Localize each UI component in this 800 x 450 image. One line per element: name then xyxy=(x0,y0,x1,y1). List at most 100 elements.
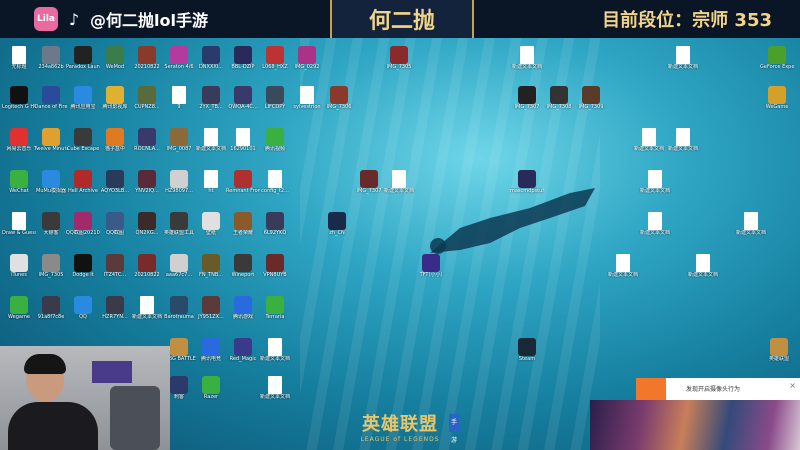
desktop-icon[interactable]: 腾讯视频 xyxy=(258,128,292,152)
desktop-icon[interactable]: AQYO3LB... xyxy=(98,170,132,194)
desktop-icon[interactable]: 英雄联盟 xyxy=(762,338,796,362)
desktop-icon[interactable]: sylvestrion xyxy=(290,86,324,110)
desktop-icon-label: IMG_7305 xyxy=(386,64,412,70)
desktop-icon[interactable]: Wineport xyxy=(226,254,260,278)
desktop-icon[interactable]: 新建文本文档 xyxy=(638,170,672,194)
desktop-icon[interactable]: Draw & Guess xyxy=(2,212,36,236)
desktop-icon[interactable]: aaa67c7... xyxy=(162,254,196,278)
desktop-icon[interactable]: IMG_7305 xyxy=(34,254,68,278)
desktop-icon[interactable]: 新建文本文档 xyxy=(638,212,672,236)
desktop-icon[interactable]: 234a862b xyxy=(34,46,68,70)
desktop-icon[interactable]: Dodge It xyxy=(66,254,100,278)
desktop-icon[interactable]: L068_HXZ xyxy=(258,46,292,70)
desktop-icon[interactable]: Logitech G HUB xyxy=(2,86,36,110)
desktop-icon[interactable]: Paradox Launcher v2 xyxy=(66,46,100,70)
desktop-icon[interactable]: 新建文本文档 xyxy=(686,254,720,278)
desktop-icon[interactable]: IMG_7305 xyxy=(382,46,416,70)
desktop-icon[interactable]: BBL-DZIP xyxy=(226,46,260,70)
desktop-icon[interactable]: Steam xyxy=(510,338,544,362)
desktop-icon[interactable]: zh_CN xyxy=(320,212,354,236)
desktop-icon[interactable]: 91a8f7c8e xyxy=(34,296,68,320)
desktop-icon[interactable]: 壁纸 xyxy=(194,212,228,236)
desktop-icon[interactable]: Terraria xyxy=(258,296,292,320)
camera-notification[interactable]: 发现开启摄像头行为 × xyxy=(636,378,800,400)
desktop-icon[interactable]: 2YX_TB... xyxy=(194,86,228,110)
desktop-icon[interactable]: IMG_0087 xyxy=(162,128,196,152)
desktop-icon[interactable]: IMG_7308 xyxy=(542,86,576,110)
desktop-icon[interactable]: IMG_7307 xyxy=(352,170,386,194)
desktop-icon[interactable]: QN2XG... xyxy=(130,212,164,236)
desktop-icon-label: 新建文本文档 xyxy=(383,188,414,194)
close-icon[interactable]: × xyxy=(789,381,796,390)
desktop-icon[interactable]: mascmdpstuf xyxy=(510,170,544,194)
desktop-icon[interactable]: 腾讯影视库 xyxy=(98,86,132,110)
desktop-icon[interactable]: 新建文本文档 xyxy=(606,254,640,278)
desktop-icon[interactable]: HZ98097... xyxy=(162,170,196,194)
desktop-icon[interactable]: 新建文本文档 xyxy=(382,170,416,194)
desktop-icon[interactable]: IMG_7307 xyxy=(510,86,544,110)
desktop-icon[interactable]: 新建文本文档 xyxy=(194,128,228,152)
desktop-icon[interactable]: 无标题 xyxy=(2,46,36,70)
desktop-icon[interactable]: 6L92YKQ xyxy=(258,212,292,236)
desktop-icon[interactable]: Red_Magic xyxy=(226,338,260,362)
desktop-icon[interactable]: Remnant From... xyxy=(226,170,260,194)
desktop-icon[interactable]: config_t2... xyxy=(258,170,292,194)
desktop-icon[interactable]: 猫子盒中 xyxy=(98,128,132,152)
desktop-icon[interactable]: VPN8UYB xyxy=(258,254,292,278)
desktop-icon[interactable]: Dance of Fire xyxy=(34,86,68,110)
desktop-icon[interactable]: JY951ZX... xyxy=(194,296,228,320)
desktop-icon-label: IMG_7307 xyxy=(514,104,540,110)
desktop-icon[interactable]: ROCNLA... xyxy=(130,128,164,152)
desktop-icon[interactable]: Razer xyxy=(194,376,228,400)
desktop-icon[interactable]: YNV2IQ... xyxy=(130,170,164,194)
desktop-icon[interactable]: QQ截图20210826 xyxy=(66,212,100,236)
desktop-icon[interactable]: IMG_7306 xyxy=(322,86,356,110)
desktop-icon[interactable]: 新建文本文档 xyxy=(632,128,666,152)
desktop-icon[interactable]: Cube Escape xyxy=(66,128,100,152)
desktop-icon[interactable]: LIFCDPY xyxy=(258,86,292,110)
desktop-icon[interactable]: QWQA-4C... xyxy=(226,86,260,110)
desktop-icon[interactable]: 新建文本文档 xyxy=(258,376,292,400)
desktop-icon[interactable]: 新建文本文档 xyxy=(666,46,700,70)
desktop-icon[interactable]: 新建文本文档 xyxy=(734,212,768,236)
desktop-icon[interactable]: WeChat xyxy=(2,170,36,194)
desktop-icon[interactable]: 英雄联盟工具 xyxy=(162,212,196,236)
desktop-icon[interactable]: QQ截图 xyxy=(98,212,132,236)
desktop-icon[interactable]: WeMod xyxy=(98,46,132,70)
desktop-icon[interactable]: IMG_7309 xyxy=(574,86,608,110)
desktop-icon[interactable]: 16290101 xyxy=(226,128,260,152)
desktop-icon[interactable]: Seraton 4/6 xyxy=(162,46,196,70)
desktop-icon[interactable]: WeGame xyxy=(760,86,794,110)
desktop-icon[interactable]: 9 xyxy=(162,86,196,110)
desktop-icon[interactable]: DNXXXI... xyxy=(194,46,228,70)
desktop-icon[interactable]: 新建文本文档 xyxy=(666,128,700,152)
desktop-icon[interactable]: Barotrauma xyxy=(162,296,196,320)
desktop-icon[interactable]: 20210822 xyxy=(130,254,164,278)
desktop-icon[interactable]: 网易云音乐 xyxy=(2,128,36,152)
desktop-icon[interactable]: MuMu模拟器 xyxy=(34,170,68,194)
desktop-icon[interactable]: GeForce Experience xyxy=(760,46,794,70)
desktop-icon[interactable]: 腾讯游戏 xyxy=(226,296,260,320)
desktop-icon[interactable]: 腾讯应用宝 xyxy=(66,86,100,110)
desktop-icon[interactable]: TFT(小小) xyxy=(414,254,448,278)
desktop-icon[interactable]: ITZ4TC... xyxy=(98,254,132,278)
desktop-icon[interactable]: 20210822 xyxy=(130,46,164,70)
desktop-icon[interactable]: 腾讯电竞 xyxy=(194,338,228,362)
desktop-icon[interactable]: iTunes xyxy=(2,254,36,278)
desktop-icon[interactable]: HZR7YN... xyxy=(98,296,132,320)
desktop-icon[interactable]: 新建文本文档 xyxy=(130,296,164,320)
desktop-icon[interactable]: Hell Archive xyxy=(66,170,100,194)
desktop-icon[interactable]: CUPNZ8... xyxy=(130,86,164,110)
desktop-icon[interactable]: 大镖客 xyxy=(34,212,68,236)
app-icon xyxy=(138,46,156,64)
desktop-icon[interactable]: 新建文本文档 xyxy=(258,338,292,362)
desktop-icon[interactable]: Wegame xyxy=(2,296,36,320)
desktop-icon[interactable]: 王者荣耀 xyxy=(226,212,260,236)
desktop-icon[interactable]: ht xyxy=(194,170,228,194)
app-icon xyxy=(234,296,252,314)
desktop-icon[interactable]: 新建文本文档 xyxy=(510,46,544,70)
desktop-icon[interactable]: FN_TNB... xyxy=(194,254,228,278)
desktop-icon[interactable]: IMG_0292 xyxy=(290,46,324,70)
desktop-icon[interactable]: Twelve Minutes xyxy=(34,128,68,152)
desktop-icon[interactable]: QQ xyxy=(66,296,100,320)
